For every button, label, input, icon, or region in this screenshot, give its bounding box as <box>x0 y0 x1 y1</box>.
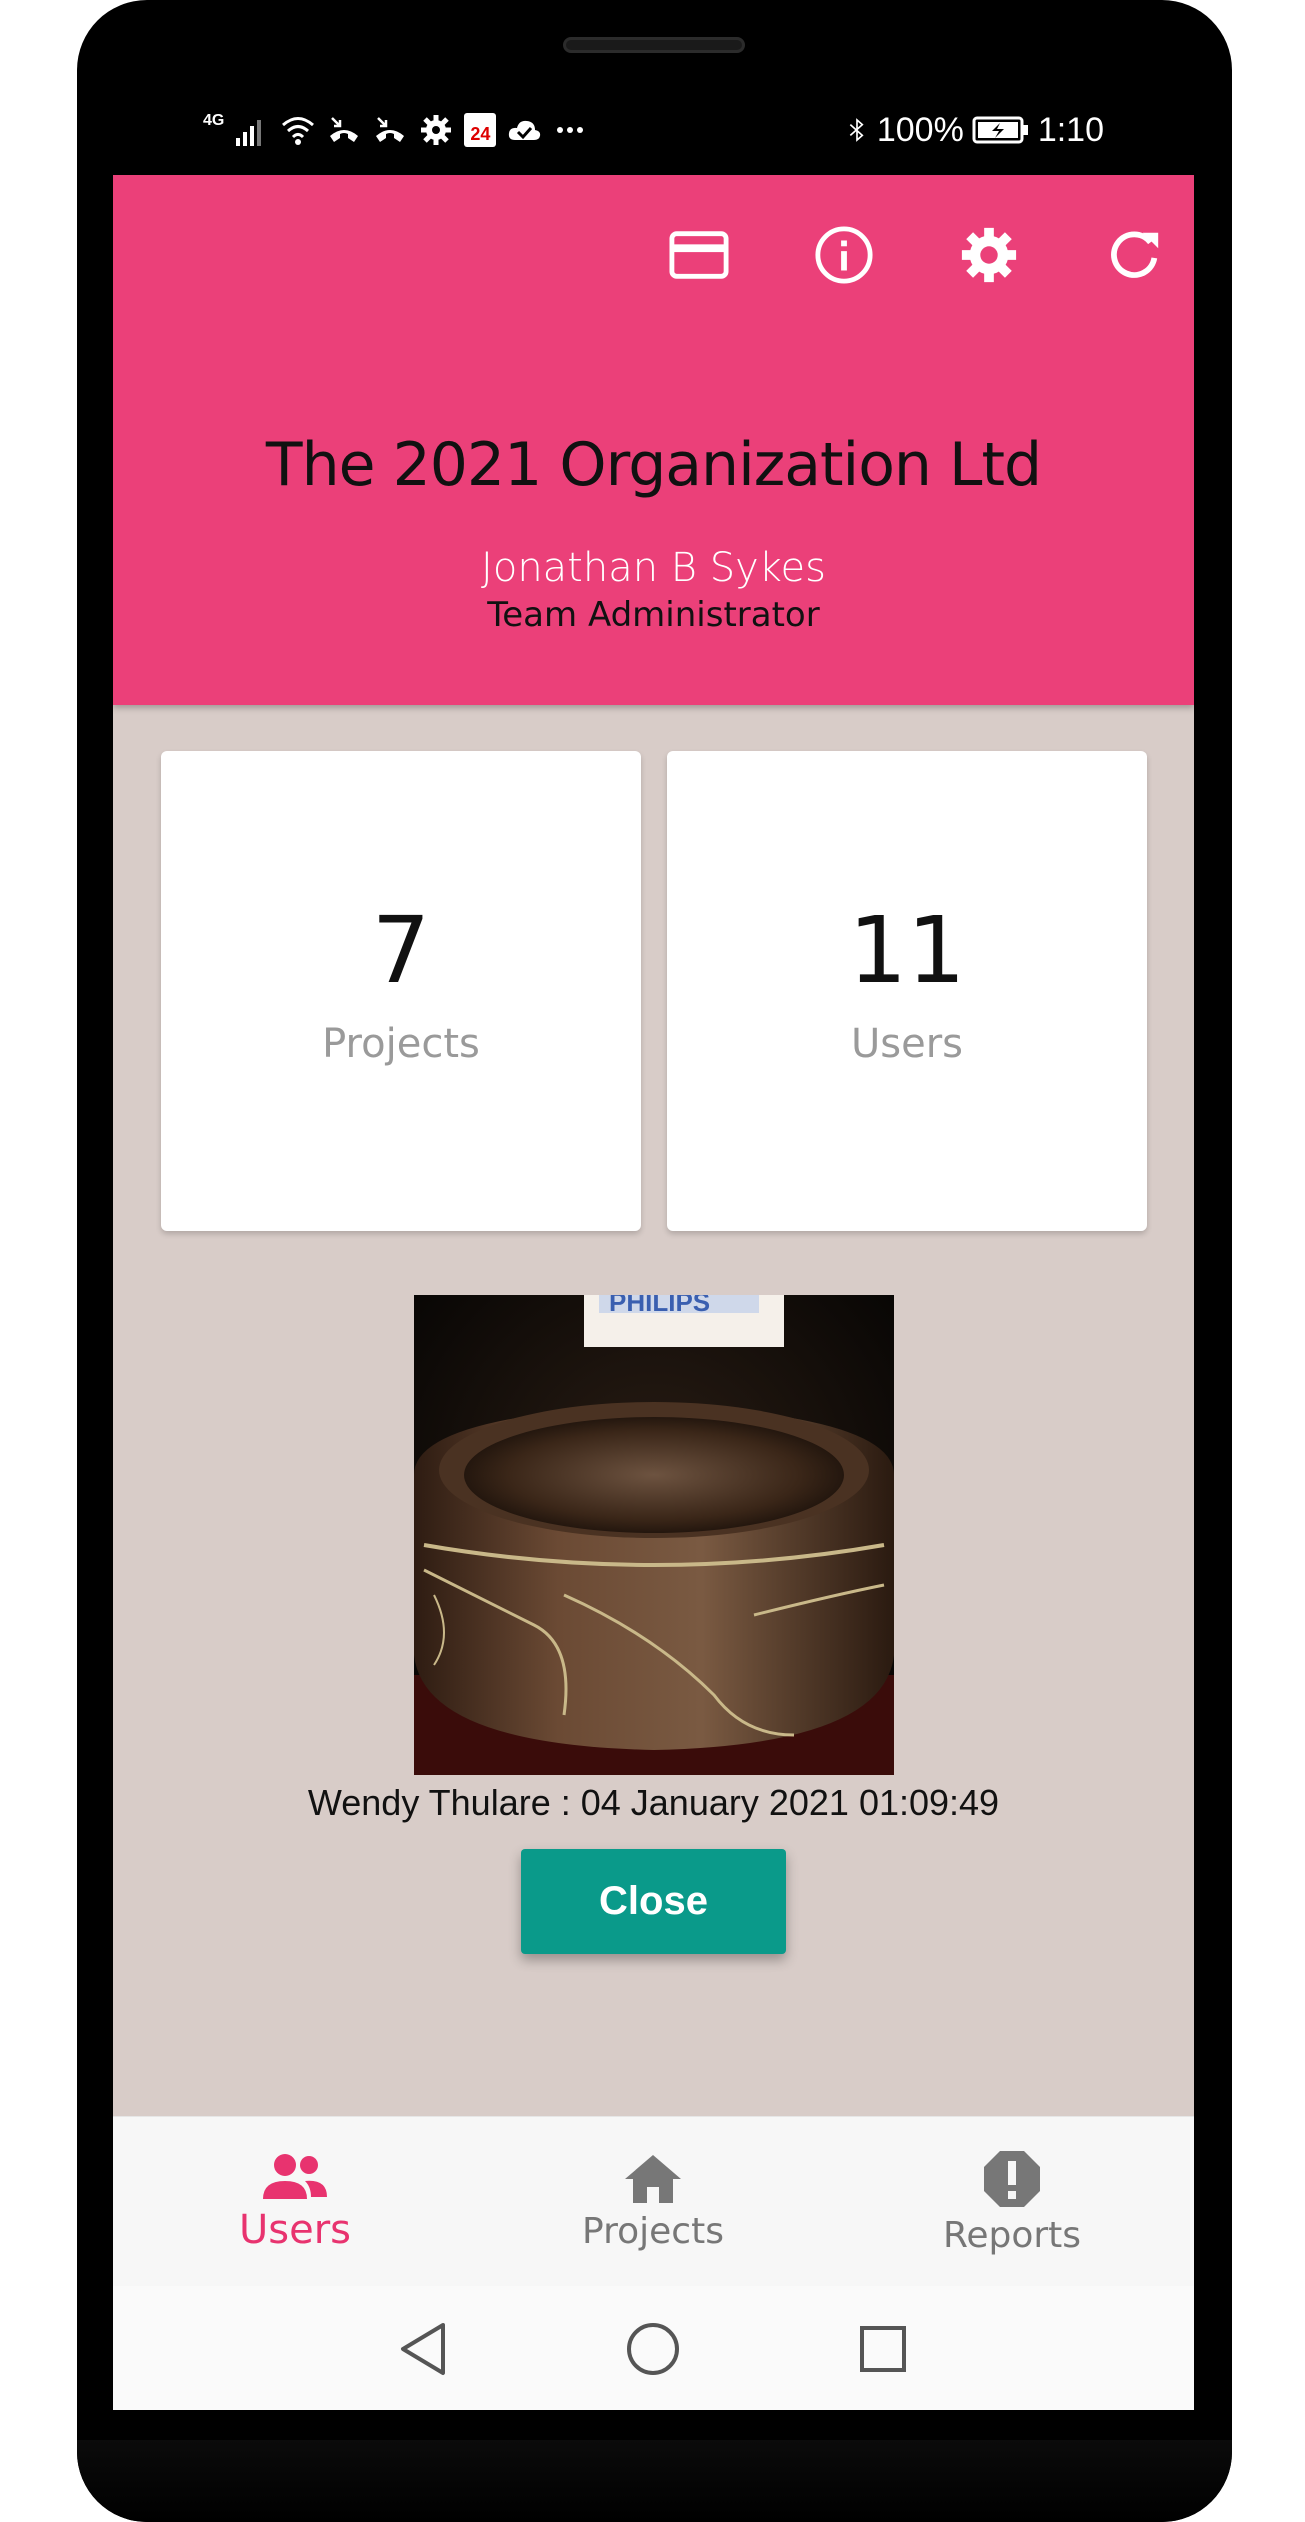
box-label: PHILIPS <box>609 1295 710 1317</box>
system-back-button[interactable] <box>388 2314 458 2384</box>
network-type-label: 4G <box>203 112 225 129</box>
more-notifications-icon <box>557 127 584 133</box>
wifi-icon <box>282 117 315 145</box>
phone-bottom-edge <box>77 2440 1232 2522</box>
nav-label-reports: Reports <box>942 2214 1082 2256</box>
settings-button[interactable] <box>959 225 1019 285</box>
system-recents-button[interactable] <box>848 2314 918 2384</box>
status-bar: 4G 24 100% 1:10 <box>113 80 1194 175</box>
bottom-navigation: Users Projects Reports <box>113 2116 1194 2287</box>
nav-item-reports[interactable]: Reports <box>832 2117 1192 2287</box>
users-icon <box>263 2154 327 2199</box>
missed-call-icon <box>330 117 359 142</box>
settings-gear-icon <box>961 227 1017 283</box>
recents-square-icon <box>860 2326 906 2372</box>
system-navigation-bar <box>113 2286 1194 2410</box>
home-icon <box>625 2154 681 2203</box>
users-stat-card[interactable]: 11 Users <box>667 751 1147 1231</box>
nav-label-users: Users <box>238 2207 351 2253</box>
projects-label: Projects <box>322 1021 480 1067</box>
info-button[interactable] <box>814 225 874 285</box>
app-header: The 2021 Organization Ltd Jonathan B Syk… <box>113 175 1194 705</box>
calendar-day: 24 <box>470 124 491 144</box>
back-triangle-icon <box>401 2323 445 2375</box>
home-circle-icon <box>627 2323 679 2375</box>
earpiece-speaker <box>563 37 745 53</box>
wooden-bowl-image: PHILIPS <box>414 1295 894 1775</box>
uploaded-photo: PHILIPS <box>414 1295 894 1775</box>
battery-percent: 100% <box>876 110 964 149</box>
nav-label-projects: Projects <box>582 2210 724 2252</box>
settings-notification-icon <box>421 115 452 145</box>
missed-call-icon-2 <box>376 117 405 142</box>
organization-title: The 2021 Organization Ltd <box>265 430 1042 500</box>
user-role: Team Administrator <box>487 595 820 635</box>
photo-caption: Wendy Thulare : 04 January 2021 01:09:49 <box>307 1782 1000 1823</box>
cloud-check-icon <box>509 120 541 140</box>
battery-icon <box>972 116 1028 144</box>
status-icons-left: 4G 24 <box>203 110 588 150</box>
alert-icon <box>984 2150 1040 2207</box>
projects-stat-card[interactable]: 7 Projects <box>161 751 641 1231</box>
billing-card-button[interactable] <box>669 225 729 285</box>
clock-time: 1:10 <box>1037 110 1104 149</box>
nav-item-users[interactable]: Users <box>115 2117 475 2287</box>
users-label: Users <box>850 1021 963 1067</box>
projects-count: 7 <box>371 897 431 1004</box>
status-icons-right: 100% 1:10 <box>845 110 1104 150</box>
signal-icon <box>236 120 262 146</box>
refresh-button[interactable] <box>1104 225 1164 285</box>
bluetooth-icon <box>849 118 864 142</box>
users-count: 11 <box>848 897 966 1004</box>
card-icon <box>669 231 729 279</box>
app-screen: 4G 24 100% 1:10 The 2021 Organization Lt… <box>113 80 1194 2410</box>
info-icon <box>815 226 873 284</box>
refresh-icon <box>1111 231 1159 278</box>
nav-item-projects[interactable]: Projects <box>473 2117 833 2287</box>
calendar-icon: 24 <box>464 113 497 147</box>
user-name: Jonathan B Sykes <box>481 545 826 591</box>
close-button[interactable]: Close <box>521 1849 786 1954</box>
system-home-button[interactable] <box>618 2314 688 2384</box>
header-toolbar <box>669 225 1164 285</box>
